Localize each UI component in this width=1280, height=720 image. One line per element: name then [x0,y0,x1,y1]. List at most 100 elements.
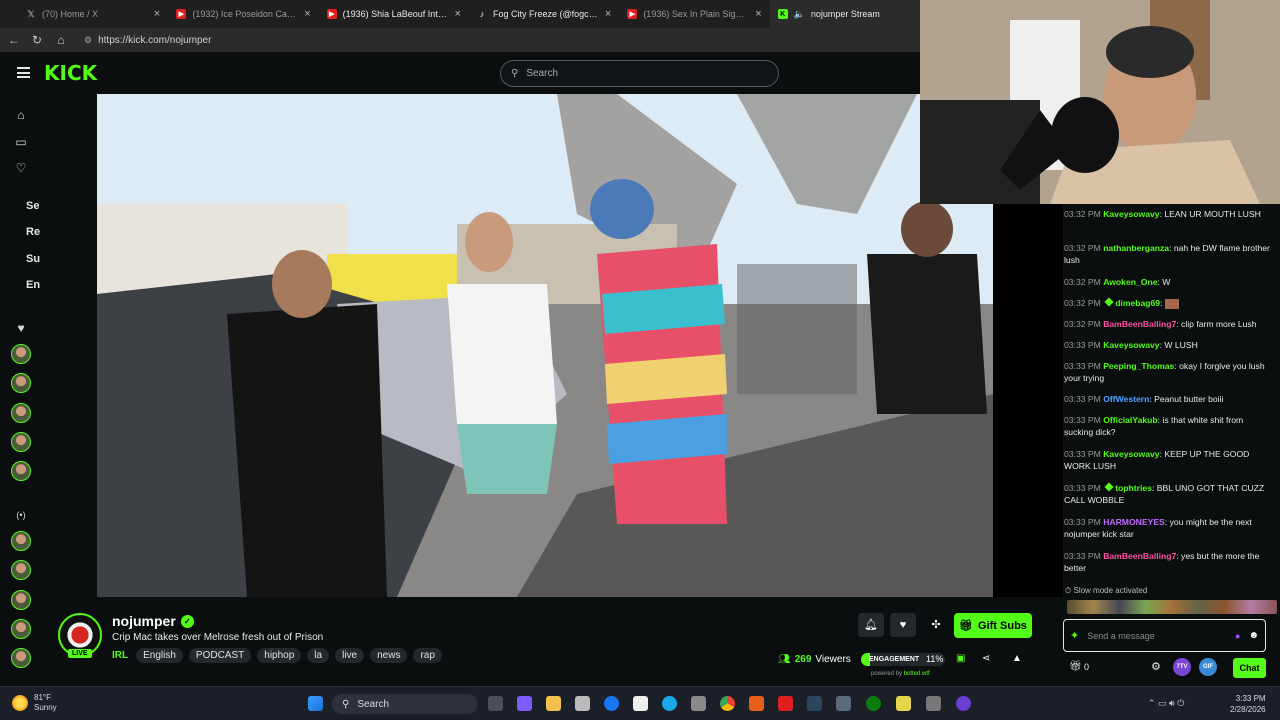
sparkle-icon[interactable]: ✦ [1070,629,1079,642]
app-icon[interactable] [575,696,590,711]
clip-icon[interactable]: ▣ [956,653,965,664]
avatar[interactable] [11,461,31,481]
chat-username[interactable]: OffWestern [1103,394,1149,404]
obs-icon[interactable] [956,696,971,711]
sidebar-section[interactable]: Re [26,226,40,238]
tag-chip[interactable]: la [307,648,330,663]
taskbar-search[interactable]: ⚲ Search [332,694,478,714]
video-player[interactable] [97,94,993,597]
smiley-icon[interactable]: ☻ [1248,630,1259,641]
chat-username[interactable]: HARMONEYES [1103,517,1165,527]
site-info-icon[interactable]: ⚙ [84,35,92,46]
app-icon[interactable] [749,696,764,711]
more-options-icon[interactable]: ✣ [923,613,949,637]
xbox-icon[interactable] [866,696,881,711]
chat-username[interactable]: dimebag69 [1115,298,1160,308]
gift-icon[interactable]: 🎁︎ [1069,661,1082,672]
tag-chip[interactable]: PODCAST [188,648,252,663]
back-arrow-icon[interactable]: ← [8,33,20,47]
browser-tab[interactable]: ♪Fog City Freeze (@fogcityfreeze) |× [469,0,619,28]
browser-tab[interactable]: ▶(1936) Sex In Plain Sight: The Fig× [619,0,769,28]
app-icon[interactable] [926,696,941,711]
avatar[interactable] [11,344,31,364]
kick-logo[interactable]: KICK [44,61,97,85]
system-tray[interactable]: ⌃ ▭ 🔊︎ ⏻ [1148,698,1184,709]
app-icon[interactable] [691,696,706,711]
emote-strip[interactable] [1067,600,1277,614]
channel-name[interactable]: nojumper ✓ [112,613,194,629]
search-input[interactable]: ⚲ Search [500,60,779,87]
app-icon[interactable] [517,696,532,711]
7tv-icon[interactable]: 7TV [1173,658,1191,676]
chat-username[interactable]: Kaveysowavy [1103,209,1159,219]
chrome-icon[interactable] [720,696,735,711]
sidebar-section[interactable]: Su [26,253,40,265]
task-view-icon[interactable] [488,696,503,711]
close-tab-icon[interactable]: × [755,8,761,20]
avatar[interactable] [11,590,31,610]
heart-icon[interactable]: ♥ [14,321,28,335]
edge-icon[interactable] [662,696,677,711]
file-explorer-icon[interactable] [546,696,561,711]
facebook-icon[interactable] [604,696,619,711]
share-icon[interactable]: ⋖ [982,653,990,664]
close-tab-icon[interactable]: × [455,8,461,20]
browser-tab[interactable]: ▶(1932) Ice Poseidon Cancels Ama× [168,0,318,28]
avatar[interactable] [11,648,31,668]
avatar[interactable] [11,373,31,393]
amazon-icon[interactable] [633,696,648,711]
following-icon[interactable]: ♡ [14,161,28,175]
chat-username[interactable]: BamBeenBalling7 [1103,551,1176,561]
tag-chip[interactable]: hiphop [257,648,302,663]
close-tab-icon[interactable]: × [154,8,160,20]
speaker-icon[interactable]: 🔈 [794,9,805,20]
chat-send-button[interactable]: Chat [1233,658,1266,678]
gift-subs-button[interactable]: 🎁︎ Gift Subs [954,613,1032,638]
browser-tab[interactable]: 𝕏 (70) Home / X × [18,0,168,28]
chat-username[interactable]: OfficialYakub [1103,415,1157,425]
home-icon[interactable]: ⌂ [14,108,28,122]
chat-username[interactable]: Awoken_One [1103,277,1157,287]
avatar[interactable] [11,403,31,423]
app-icon[interactable] [836,696,851,711]
avatar[interactable] [11,619,31,639]
chat-username[interactable]: BamBeenBalling7 [1103,319,1176,329]
system-clock[interactable]: 3:33 PM 2/28/2026 [1230,693,1266,715]
live-radio-icon[interactable]: (•) [14,508,28,522]
close-tab-icon[interactable]: × [304,8,310,20]
browser-tab-active[interactable]: K 🔈 nojumper Stream [769,0,920,28]
chat-username[interactable]: Kaveysowavy [1103,449,1159,459]
reload-icon[interactable]: ↻ [32,33,42,47]
start-icon[interactable] [308,696,323,711]
steam-icon[interactable] [807,696,822,711]
menu-icon[interactable] [17,67,30,78]
settings-gear-icon[interactable]: ⚙ [1151,660,1161,673]
weather-widget[interactable]: 81°F Sunny [12,693,57,713]
avatar[interactable] [11,432,31,452]
avatar[interactable] [11,560,31,580]
app-icon[interactable] [896,696,911,711]
tag-chip[interactable]: rap [413,648,442,663]
avatar[interactable] [11,531,31,551]
tag-chip[interactable]: English [136,648,183,663]
chat-username[interactable]: Peeping_Thomas [1103,361,1174,371]
youtube-icon[interactable] [778,696,793,711]
chat-input[interactable]: ✦ Send a message ● ☻ [1063,619,1266,652]
chat-username[interactable]: tophtries [1115,483,1152,493]
emote-provider-icon[interactable]: GIF [1199,658,1217,676]
browse-icon[interactable]: ▭ [14,135,28,149]
close-tab-icon[interactable]: × [605,8,611,20]
browser-tab[interactable]: ▶(1936) Shia LaBeouf Interview - Yo× [319,0,469,28]
sidebar-section[interactable]: Se [26,200,39,212]
category-link[interactable]: IRL [112,650,128,661]
report-icon[interactable]: ▲ [1012,653,1022,664]
home-icon[interactable]: ⌂ [56,33,66,47]
chat-username[interactable]: nathanberganza [1103,243,1169,253]
chat-username[interactable]: Kaveysowavy [1103,340,1159,350]
tag-chip[interactable]: news [370,648,408,663]
sidebar-section[interactable]: En [26,279,40,291]
tag-chip[interactable]: live [335,648,365,663]
emote-picker-icon[interactable]: ● [1235,631,1240,641]
notification-bell-icon[interactable]: 🔔︎ [858,613,884,637]
follow-heart-icon[interactable]: ♥ [890,613,916,637]
